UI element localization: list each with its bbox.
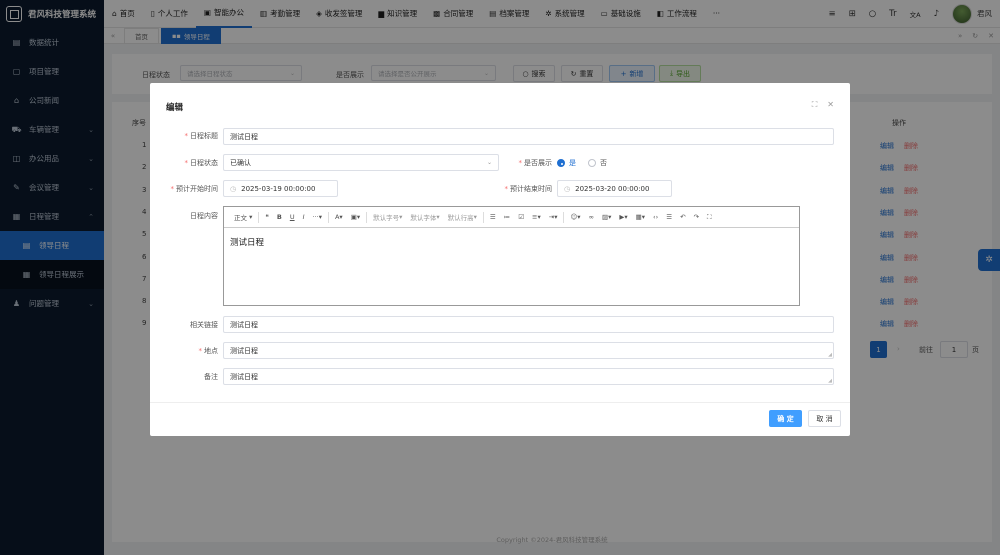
modal-title: 编辑	[166, 103, 184, 113]
rich-text-editor: 正文 ▾ ❝ B U I ···▾ A▾ ▣▾ 默认字号 ▾ 默认字体 ▾ 默认行高…	[223, 206, 800, 306]
code-icon[interactable]: ‹›	[649, 207, 662, 228]
resize-handle-icon[interactable]: ◢	[828, 378, 832, 384]
divider	[482, 211, 484, 223]
modal-controls: ⛶ ✕	[812, 100, 834, 110]
modal-footer-divider	[150, 402, 850, 403]
link-icon[interactable]: ∞	[585, 207, 598, 228]
confirm-button[interactable]: 确 定	[769, 410, 802, 427]
field-label-content: 日程内容	[190, 212, 218, 220]
font-size-dropdown[interactable]: 默认字号 ▾	[369, 207, 406, 228]
display-no-radio[interactable]: 否	[588, 158, 607, 168]
underline-icon[interactable]: U	[286, 207, 299, 228]
indent-icon[interactable]: ⇥▾	[545, 207, 562, 228]
bold-icon[interactable]: B	[273, 207, 286, 228]
italic-icon[interactable]: I	[299, 207, 309, 228]
field-label-note: 备注	[204, 373, 218, 381]
display-yes-radio[interactable]: 是	[557, 158, 576, 168]
clock-icon: ◷	[230, 184, 237, 193]
align-icon[interactable]: ≡▾	[528, 207, 545, 228]
cancel-button[interactable]: 取 消	[808, 410, 841, 427]
bullet-list-icon[interactable]: ☰	[486, 207, 500, 228]
image-icon[interactable]: ▨▾	[598, 207, 615, 228]
line-height-dropdown[interactable]: 默认行高 ▾	[444, 207, 481, 228]
heading-dropdown[interactable]: 正文 ▾	[230, 207, 256, 228]
field-label-link: 相关链接	[190, 321, 218, 329]
redo-icon[interactable]: ↷	[690, 207, 703, 228]
display-radio-group: 是 否	[557, 158, 607, 168]
divider-line-icon[interactable]: ☰	[662, 207, 676, 228]
place-textarea[interactable]: 测试日程 ◢	[223, 342, 834, 359]
start-time-picker[interactable]: ◷ 2025-03-19 00:00:00	[223, 180, 338, 197]
field-label-status: * 日程状态	[184, 159, 219, 167]
field-label-display: * 是否展示	[518, 159, 553, 167]
field-label-start-time: * 预计开始时间	[170, 185, 219, 193]
more-style-icon[interactable]: ···▾	[309, 207, 326, 228]
note-textarea[interactable]: 测试日程 ◢	[223, 368, 834, 385]
chevron-down-icon: ⌄	[486, 159, 492, 166]
todo-icon[interactable]: ☑	[514, 207, 528, 228]
video-icon[interactable]: ▶▾	[615, 207, 631, 228]
title-input[interactable]: 测试日程	[223, 128, 834, 145]
editor-content[interactable]: 测试日程	[224, 228, 799, 256]
fullscreen-icon[interactable]: ⛶	[703, 207, 716, 228]
status-select[interactable]: 已确认 ⌄	[223, 154, 499, 171]
divider	[366, 211, 368, 223]
numbered-list-icon[interactable]: ≔	[500, 207, 515, 228]
end-time-picker[interactable]: ◷ 2025-03-20 00:00:00	[557, 180, 672, 197]
field-label-place: * 地点	[198, 347, 219, 355]
radio-checked-icon	[557, 159, 565, 167]
table-icon[interactable]: ▦▾	[632, 207, 649, 228]
fullscreen-icon[interactable]: ⛶	[812, 100, 818, 110]
clock-icon: ◷	[564, 184, 571, 193]
resize-handle-icon[interactable]: ◢	[828, 352, 832, 358]
link-input[interactable]: 测试日程	[223, 316, 834, 333]
divider	[258, 211, 260, 223]
editor-toolbar: 正文 ▾ ❝ B U I ···▾ A▾ ▣▾ 默认字号 ▾ 默认字体 ▾ 默认行高…	[224, 207, 799, 228]
font-family-dropdown[interactable]: 默认字体 ▾	[406, 207, 443, 228]
radio-unchecked-icon	[588, 159, 596, 167]
emoji-icon[interactable]: ☺▾	[566, 207, 584, 228]
undo-icon[interactable]: ↶	[676, 207, 689, 228]
divider	[327, 211, 329, 223]
field-label-end-time: * 预计结束时间	[504, 185, 553, 193]
font-color-icon[interactable]: A▾	[331, 207, 347, 228]
quote-icon[interactable]: ❝	[261, 207, 273, 228]
divider	[563, 211, 565, 223]
background-color-icon[interactable]: ▣▾	[347, 207, 364, 228]
close-icon[interactable]: ✕	[827, 100, 834, 110]
field-label-title: * 日程标题	[184, 132, 219, 140]
